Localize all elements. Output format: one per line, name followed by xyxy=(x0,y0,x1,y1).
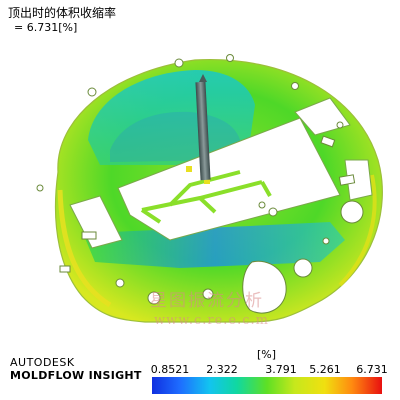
color-scale-bar xyxy=(152,377,382,394)
scale-unit: [%] xyxy=(257,348,277,361)
watermark: 星图振流分析 www.c.re.e.c.m xyxy=(150,286,269,328)
scale-label-min: 0.8521 xyxy=(150,363,190,376)
brand-logo: AUTODESK MOLDFLOW INSIGHT xyxy=(10,356,142,383)
scale-label-4: 5.261 xyxy=(309,363,341,376)
scale-label-3: 3.791 xyxy=(265,363,297,376)
brand-company: AUTODESK xyxy=(10,356,75,369)
brand-product: MOLDFLOW INSIGHT xyxy=(10,369,142,382)
watermark-text-cn: 星图振流分析 xyxy=(150,291,264,311)
scale-label-2: 2.322 xyxy=(206,363,238,376)
watermark-url: www.c.re.e.c.m xyxy=(154,313,269,328)
scale-label-max: 6.731 xyxy=(356,363,388,376)
model-view[interactable] xyxy=(0,0,400,400)
